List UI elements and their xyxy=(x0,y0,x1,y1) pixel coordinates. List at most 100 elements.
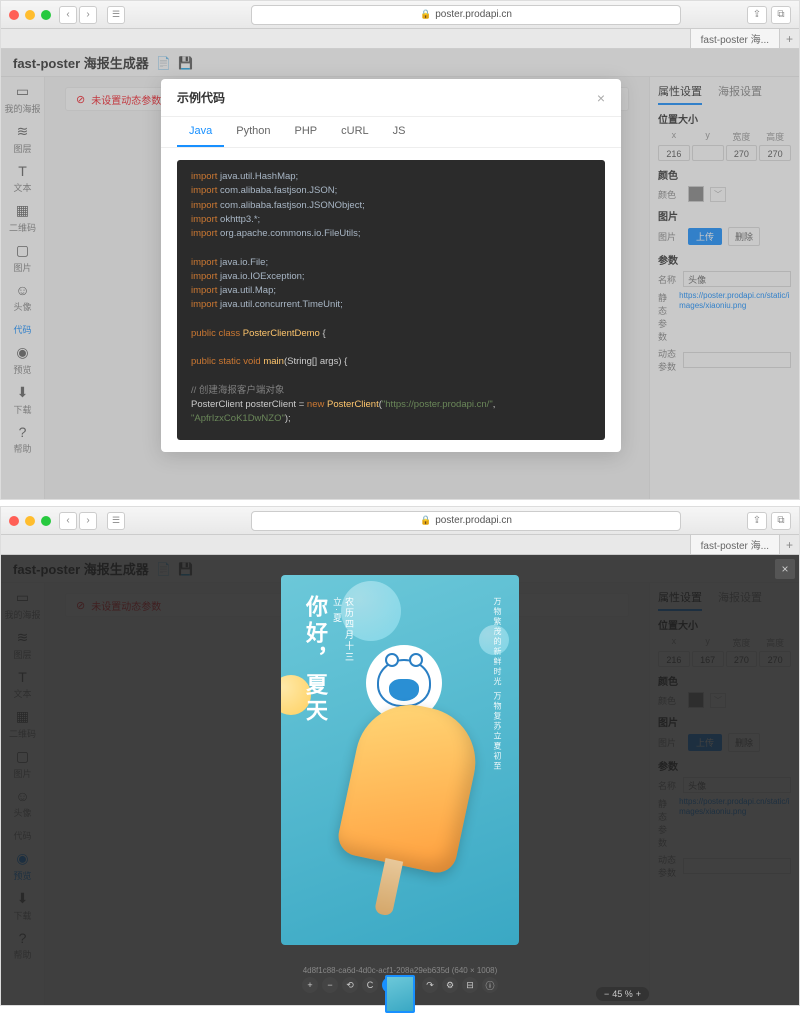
section-color: 颜色 xyxy=(658,167,791,182)
delete-button[interactable]: 删除 xyxy=(728,227,760,246)
minus-icon[interactable]: − xyxy=(604,989,609,999)
preview-control-9[interactable]: ⓘ xyxy=(482,977,498,993)
preview-control-1[interactable]: − xyxy=(322,977,338,993)
rail-item-3[interactable]: ▦二维码 xyxy=(1,202,44,234)
rail-item-4[interactable]: ▢图片 xyxy=(1,242,44,274)
lang-tab-java[interactable]: Java xyxy=(177,117,224,147)
browser-tab[interactable]: fast-poster 海... xyxy=(690,535,779,554)
rail-label: 下载 xyxy=(13,403,31,416)
sidebar-toggle[interactable]: ☰ xyxy=(107,512,125,530)
name-input[interactable] xyxy=(683,271,791,287)
name-label: 名称 xyxy=(658,273,677,286)
rail-item-8[interactable]: ⬇ 下载 xyxy=(1,384,44,416)
rail-label: 预览 xyxy=(13,363,31,376)
popsicle-graphic xyxy=(324,695,485,925)
right-tab-1[interactable]: 海报设置 xyxy=(718,83,762,105)
minimize-window[interactable] xyxy=(25,10,35,20)
preview-control-6[interactable]: ↷ xyxy=(422,977,438,993)
address-bar[interactable]: 🔒 poster.prodapi.cn xyxy=(251,5,681,25)
share-button[interactable]: ⇪ xyxy=(747,512,767,530)
rail-label: 我的海报 xyxy=(4,102,40,115)
poster-preview: 你好，夏天 立·夏 农历四月十三 万物繁茂的新鲜时光 万物复苏立夏初至 xyxy=(281,575,519,945)
lang-tab-python[interactable]: Python xyxy=(224,117,282,147)
section-pos: 位置大小 xyxy=(658,111,791,126)
modal-close-button[interactable]: × xyxy=(597,90,605,106)
rail-icon: ◉ xyxy=(16,344,28,361)
new-tab-button[interactable]: + xyxy=(779,535,799,554)
lang-tab-php[interactable]: PHP xyxy=(283,117,330,147)
new-file-icon[interactable]: 📄 xyxy=(157,56,171,70)
thumbnail[interactable] xyxy=(385,975,415,1013)
right-panel: 属性设置海报设置位置大小xy宽度高度216270270颜色颜色﹀图片图片上传删除… xyxy=(649,77,799,499)
rail-icon: ☺ xyxy=(15,282,29,298)
upload-button[interactable]: 上传 xyxy=(688,228,722,245)
forward-button[interactable]: › xyxy=(79,512,97,530)
plus-icon[interactable]: + xyxy=(636,989,641,999)
pos-input[interactable]: 216 xyxy=(658,145,690,161)
tab-bar: fast-poster 海... + xyxy=(1,29,799,49)
pos-input[interactable] xyxy=(692,145,724,161)
rail-item-5[interactable]: ☺头像 xyxy=(1,282,44,313)
poster-title: 你好，夏天 xyxy=(299,595,331,725)
lang-tab-curl[interactable]: cURL xyxy=(329,117,381,147)
dynamic-input[interactable] xyxy=(683,352,791,368)
maximize-window[interactable] xyxy=(41,516,51,526)
static-url[interactable]: https://poster.prodapi.cn/static/images/… xyxy=(679,291,791,312)
tabs-button[interactable]: ⧉ xyxy=(771,6,791,24)
section-params: 参数 xyxy=(658,252,791,267)
color-swatch[interactable] xyxy=(688,186,704,202)
pos-label: 高度 xyxy=(759,130,791,143)
preview-hash: 4d8f1c88-ca6d-4d0c-acf1-208a29eb635d (64… xyxy=(1,966,799,975)
rail-icon: ? xyxy=(19,424,27,440)
pos-input[interactable]: 270 xyxy=(759,145,791,161)
dynamic-label: 动态参数 xyxy=(658,347,677,373)
pos-input[interactable]: 270 xyxy=(726,145,758,161)
close-window[interactable] xyxy=(9,10,19,20)
rail-label: 图层 xyxy=(13,142,31,155)
share-button[interactable]: ⇪ xyxy=(747,6,767,24)
rail-item-7[interactable]: ◉ 预览 xyxy=(1,344,44,376)
rail-item-2[interactable]: T文本 xyxy=(1,163,44,194)
browser-tab[interactable]: fast-poster 海... xyxy=(690,29,779,48)
maximize-window[interactable] xyxy=(41,10,51,20)
rail-item-9[interactable]: ?帮助 xyxy=(1,424,44,455)
modal-title: 示例代码 xyxy=(177,89,225,106)
back-button[interactable]: ‹ xyxy=(59,6,77,24)
preview-control-8[interactable]: ⊟ xyxy=(462,977,478,993)
preview-control-0[interactable]: + xyxy=(302,977,318,993)
left-rail: ▭ 我的海报 ≋图层 T文本 ▦二维码 ▢图片 ☺头像代码 ◉ 预览 ⬇ 下载 ?帮助 xyxy=(1,77,45,499)
rail-icon: ▦ xyxy=(16,202,29,219)
browser-chrome: ‹ › ☰ 🔒 poster.prodapi.cn ⇪ ⧉ xyxy=(1,507,799,535)
close-window[interactable] xyxy=(9,516,19,526)
save-icon[interactable]: 💾 xyxy=(179,56,193,70)
rail-item-6[interactable]: 代码 xyxy=(1,321,44,336)
rail-item-1[interactable]: ≋图层 xyxy=(1,123,44,155)
minimize-window[interactable] xyxy=(25,516,35,526)
right-tab-0[interactable]: 属性设置 xyxy=(658,83,702,105)
preview-close-button[interactable]: × xyxy=(775,559,795,579)
preview-control-7[interactable]: ⚙ xyxy=(442,977,458,993)
chevron-down-icon[interactable]: ﹀ xyxy=(710,187,726,202)
zoom-indicator[interactable]: − 45 % + xyxy=(596,987,649,1001)
preview-control-3[interactable]: C xyxy=(362,977,378,993)
pos-label: 宽度 xyxy=(726,130,758,143)
preview-control-2[interactable]: ⟲ xyxy=(342,977,358,993)
address-bar[interactable]: 🔒 poster.prodapi.cn xyxy=(251,511,681,531)
rail-icon: ⬇ xyxy=(17,384,29,401)
sidebar-toggle[interactable]: ☰ xyxy=(107,6,125,24)
tabs-button[interactable]: ⧉ xyxy=(771,512,791,530)
rail-icon: ▭ xyxy=(16,83,29,100)
tab-bar: fast-poster 海... + xyxy=(1,535,799,555)
lang-tab-js[interactable]: JS xyxy=(381,117,418,147)
image-label: 图片 xyxy=(658,230,682,243)
rail-item-0[interactable]: ▭ 我的海报 xyxy=(1,83,44,115)
back-button[interactable]: ‹ xyxy=(59,512,77,530)
poster-side-text: 万物繁茂的新鲜时光 万物复苏立夏初至 xyxy=(492,597,503,771)
code-sample-modal: 示例代码 × JavaPythonPHPcURLJS import java.u… xyxy=(161,79,621,452)
rail-icon: ▢ xyxy=(16,242,29,259)
poster-subtitle-2: 农历四月十三 xyxy=(343,597,356,663)
forward-button[interactable]: › xyxy=(79,6,97,24)
new-tab-button[interactable]: + xyxy=(779,29,799,48)
section-image: 图片 xyxy=(658,208,791,223)
static-label: 静态参数 xyxy=(658,291,673,343)
